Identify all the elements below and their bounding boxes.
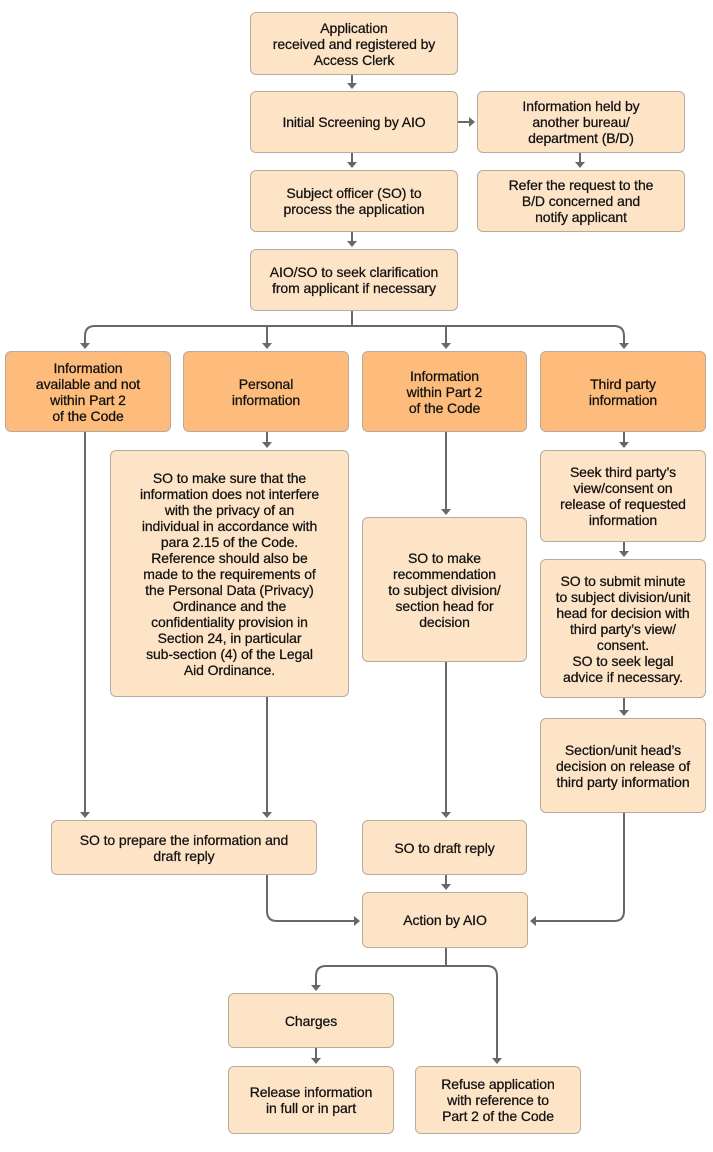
- node-charges: Charges: [228, 993, 394, 1048]
- arrowhead-icon: [311, 985, 321, 991]
- node-submit-minute: SO to submit minute to subject division/…: [540, 559, 706, 698]
- arrowhead-icon: [575, 162, 585, 168]
- arrowhead-icon: [492, 1058, 502, 1064]
- node-draft-reply: SO to draft reply: [362, 820, 527, 875]
- connector-line: [536, 813, 625, 922]
- arrowhead-icon: [619, 710, 629, 716]
- node-release: Release information in full or in part: [228, 1066, 394, 1134]
- node-initial-screening: Initial Screening by AIO: [250, 91, 458, 153]
- category-third-party: Third party information: [540, 351, 706, 432]
- arrowhead-icon: [80, 343, 90, 349]
- node-refer-request: Refer the request to the B/D concerned a…: [477, 170, 685, 232]
- node-privacy-check: SO to make sure that the information doe…: [110, 450, 349, 697]
- node-prepare-reply: SO to prepare the information and draft …: [51, 820, 317, 875]
- node-held-by-other-bd: Information held by another bureau/ depa…: [477, 91, 685, 153]
- node-so-process: Subject officer (SO) to process the appl…: [250, 170, 458, 232]
- node-seek-clarification: AIO/SO to seek clarification from applic…: [250, 249, 458, 311]
- arrowhead-icon: [262, 812, 272, 818]
- category-available: Information available and not within Par…: [5, 351, 171, 432]
- arrowhead-icon: [619, 343, 629, 349]
- arrowhead-icon: [530, 916, 536, 926]
- connector-line: [84, 325, 96, 343]
- node-recommendation: SO to make recommendation to subject div…: [362, 517, 527, 662]
- arrowhead-icon: [262, 343, 272, 349]
- node-seek-third-party: Seek third party’s view/consent on relea…: [540, 450, 706, 542]
- arrowhead-icon: [619, 551, 629, 557]
- arrowhead-icon: [441, 509, 451, 515]
- arrowhead-icon: [441, 343, 451, 349]
- arrowhead-icon: [262, 442, 272, 448]
- arrowhead-icon: [347, 83, 357, 89]
- node-head-decision: Section/unit head’s decision on release …: [540, 718, 706, 813]
- arrowhead-icon: [354, 916, 360, 926]
- category-part2: Information within Part 2 of the Code: [362, 351, 527, 432]
- connector-line: [315, 965, 327, 985]
- connector-line: [486, 965, 498, 1058]
- node-action-aio: Action by AIO: [362, 892, 528, 948]
- category-personal: Personal information: [183, 351, 349, 432]
- arrowhead-icon: [80, 812, 90, 818]
- arrowhead-icon: [619, 442, 629, 448]
- arrowhead-icon: [441, 884, 451, 890]
- arrowhead-icon: [311, 1058, 321, 1064]
- node-refuse: Refuse application with reference to Par…: [415, 1066, 581, 1134]
- arrowhead-icon: [469, 117, 475, 127]
- connector-line: [613, 325, 625, 343]
- arrowhead-icon: [441, 812, 451, 818]
- node-application: Application received and registered by A…: [250, 12, 458, 75]
- connector-line: [266, 875, 354, 922]
- arrowhead-icon: [347, 241, 357, 247]
- arrowhead-icon: [347, 162, 357, 168]
